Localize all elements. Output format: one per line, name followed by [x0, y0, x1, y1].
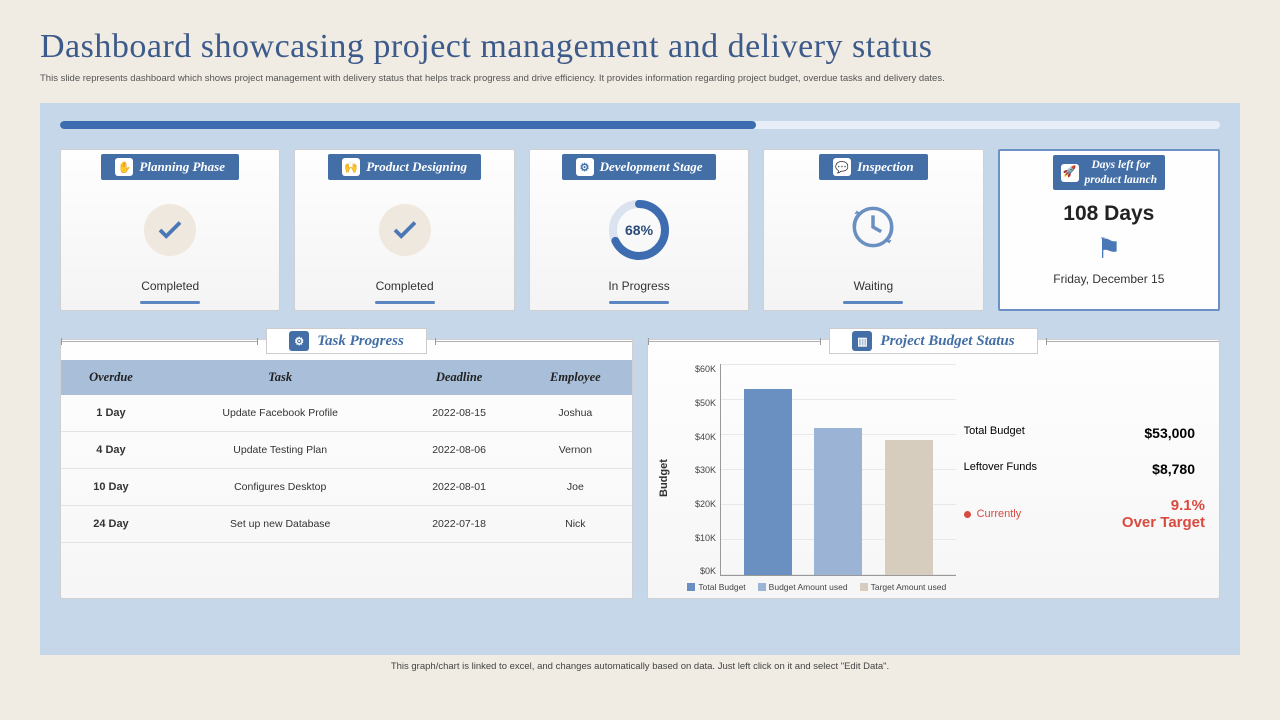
phase-header: ⚙ Development Stage: [562, 154, 717, 180]
phase-name: Inspection: [857, 159, 913, 175]
table-row: 10 DayConfigures Desktop2022-08-01Joe: [61, 469, 632, 506]
flag-icon: ⚑: [1096, 232, 1121, 266]
budget-title-text: Project Budget Status: [880, 333, 1014, 350]
phase-status: Waiting: [854, 279, 894, 293]
launch-header: 🚀 Days left forproduct launch: [1053, 155, 1166, 190]
table-header: Employee: [519, 360, 632, 395]
launch-card: 🚀 Days left forproduct launch 108 Days ⚑ Fri…: [998, 149, 1220, 311]
phase-card: ✋ Planning Phase Completed: [60, 149, 280, 311]
table-header: Overdue: [61, 360, 161, 395]
overall-progress-fill: [60, 121, 756, 129]
table-row: 24 DaySet up new Database2022-07-18Nick: [61, 506, 632, 543]
check-icon: [379, 204, 431, 256]
legend-item: Total Budget: [687, 582, 745, 592]
phase-icon: 💬: [833, 158, 851, 176]
over-target-pct: 9.1%: [1171, 497, 1205, 514]
table-cell: 10 Day: [61, 469, 161, 506]
table-row: 1 DayUpdate Facebook Profile2022-08-15Jo…: [61, 395, 632, 432]
legend-swatch: [687, 583, 695, 591]
footer-note: This graph/chart is linked to excel, and…: [0, 661, 1280, 672]
clock-icon: [845, 199, 901, 260]
phase-header: ✋ Planning Phase: [101, 154, 239, 180]
gear-icon: ⚙: [289, 331, 309, 351]
y-tick: $30K: [678, 465, 716, 475]
chart-y-axis-label: Budget: [658, 364, 670, 592]
progress-gauge: 68%: [607, 198, 671, 262]
phase-card: ⚙ Development Stage 68% In Progress: [529, 149, 749, 311]
leftover-label: Leftover Funds: [964, 461, 1037, 477]
budget-title: ▥ Project Budget Status: [829, 328, 1037, 354]
table-cell: Update Testing Plan: [161, 432, 400, 469]
phase-card: 💬 Inspection Waiting: [763, 149, 983, 311]
phase-icon: ✋: [115, 158, 133, 176]
launch-days: 108 Days: [1063, 202, 1154, 226]
phase-name: Planning Phase: [139, 159, 225, 175]
phase-header: 🙌 Product Designing: [328, 154, 481, 180]
table-cell: Nick: [519, 506, 632, 543]
phase-name: Development Stage: [600, 159, 703, 175]
y-tick: $0K: [678, 566, 716, 576]
budget-panel: ▥ Project Budget Status Budget $60K$50K$…: [647, 339, 1220, 599]
table-cell: Set up new Database: [161, 506, 400, 543]
y-tick: $50K: [678, 398, 716, 408]
phase-icon: 🙌: [342, 158, 360, 176]
overall-progress-track: [60, 121, 1220, 129]
table-cell: Joshua: [519, 395, 632, 432]
y-tick: $60K: [678, 364, 716, 374]
rocket-icon: 🚀: [1061, 164, 1079, 182]
table-cell: 2022-07-18: [400, 506, 519, 543]
table-header: Task: [161, 360, 400, 395]
total-budget-value: $53,000: [1144, 425, 1195, 441]
table-cell: 2022-08-01: [400, 469, 519, 506]
page-subtitle: This slide represents dashboard which sh…: [40, 72, 1240, 85]
phase-status: Completed: [141, 279, 199, 293]
legend-swatch: [758, 583, 766, 591]
phase-status: In Progress: [608, 279, 669, 293]
chart-bar: [744, 389, 792, 575]
chart-bar: [814, 428, 862, 576]
page-title: Dashboard showcasing project management …: [40, 28, 1240, 66]
leftover-row: Leftover Funds $8,780: [964, 461, 1205, 477]
table-cell: 4 Day: [61, 432, 161, 469]
table-row: 4 DayUpdate Testing Plan2022-08-06Vernon: [61, 432, 632, 469]
chart-bar: [885, 440, 933, 575]
total-budget-label: Total Budget: [964, 425, 1025, 441]
launch-header-text: Days left forproduct launch: [1085, 158, 1158, 187]
over-target-text: Over Target: [1122, 514, 1205, 531]
phase-header: 💬 Inspection: [819, 154, 927, 180]
y-tick: $20K: [678, 499, 716, 509]
legend-item: Target Amount used: [860, 582, 947, 592]
table-cell: 24 Day: [61, 506, 161, 543]
launch-date: Friday, December 15: [1053, 272, 1164, 286]
currently-label: Currently: [977, 508, 1022, 520]
leftover-value: $8,780: [1152, 461, 1195, 477]
status-dot-icon: [964, 511, 971, 518]
phase-status: Completed: [376, 279, 434, 293]
task-progress-panel: ⚙ Task Progress OverdueTaskDeadlineEmplo…: [60, 339, 633, 599]
check-icon: [144, 204, 196, 256]
y-tick: $10K: [678, 533, 716, 543]
table-cell: Vernon: [519, 432, 632, 469]
table-cell: 1 Day: [61, 395, 161, 432]
task-progress-title-text: Task Progress: [317, 333, 404, 350]
dashboard-board: ✋ Planning Phase Completed 🙌 Product Designi…: [40, 103, 1240, 655]
phase-card: 🙌 Product Designing Completed: [294, 149, 514, 311]
phase-name: Product Designing: [366, 159, 467, 175]
table-cell: Update Facebook Profile: [161, 395, 400, 432]
over-target-row: Currently 9.1% Over Target: [964, 497, 1205, 532]
table-cell: 2022-08-06: [400, 432, 519, 469]
table-header: Deadline: [400, 360, 519, 395]
task-table: OverdueTaskDeadlineEmployee 1 DayUpdate …: [61, 360, 632, 543]
legend-item: Budget Amount used: [758, 582, 848, 592]
task-progress-title: ⚙ Task Progress: [266, 328, 427, 354]
table-cell: 2022-08-15: [400, 395, 519, 432]
y-tick: $40K: [678, 432, 716, 442]
total-budget-row: Total Budget $53,000: [964, 425, 1205, 441]
legend-swatch: [860, 583, 868, 591]
gauge-pct: 68%: [607, 198, 671, 262]
chart-icon: ▥: [852, 331, 872, 351]
phase-icon: ⚙: [576, 158, 594, 176]
table-cell: Configures Desktop: [161, 469, 400, 506]
table-cell: Joe: [519, 469, 632, 506]
